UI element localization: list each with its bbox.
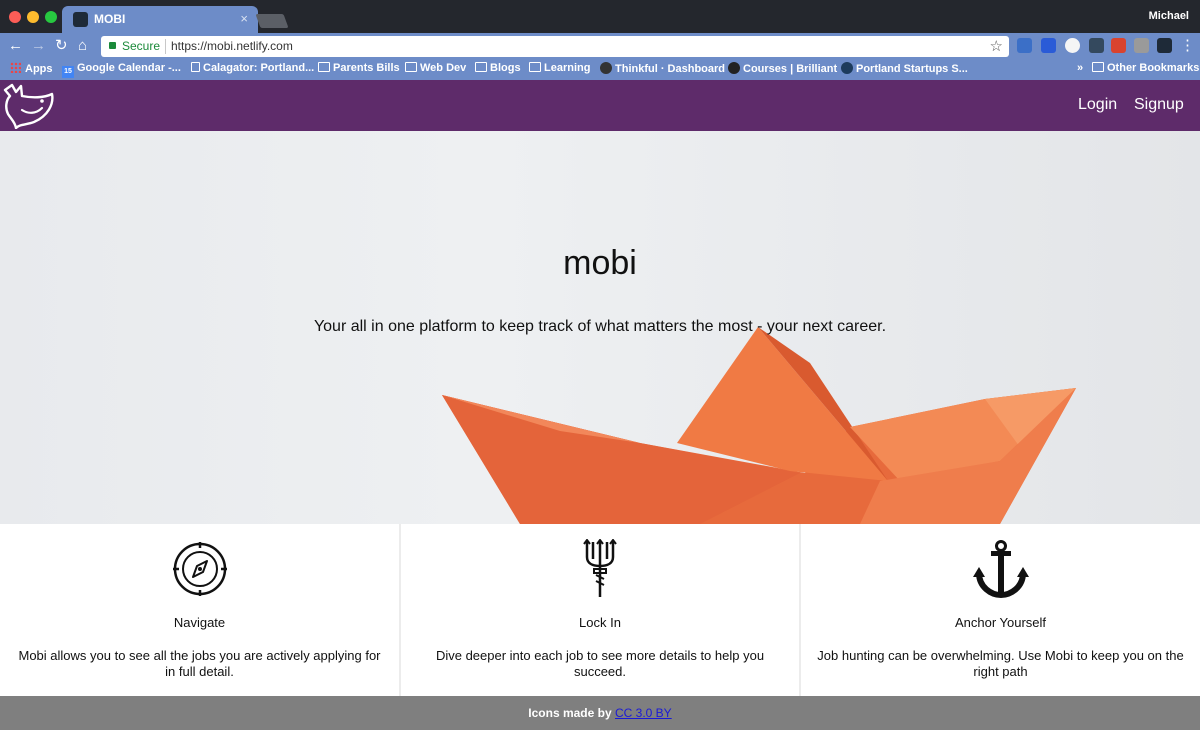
extension-3-icon[interactable] bbox=[1065, 38, 1080, 53]
apps-icon bbox=[10, 62, 21, 73]
close-window-button[interactable] bbox=[9, 11, 21, 23]
features-section: Navigate Mobi allows you to see all the … bbox=[0, 524, 1200, 696]
bookmark-star-icon[interactable]: ☆ bbox=[990, 37, 1003, 55]
page-bottom-space bbox=[0, 730, 1200, 750]
other-bookmarks[interactable]: Other Bookmarks bbox=[1092, 62, 1199, 74]
startups-icon bbox=[841, 62, 853, 74]
tab-title: MOBI bbox=[94, 12, 126, 26]
reload-icon[interactable]: ↻ bbox=[55, 36, 68, 56]
browser-titlebar: MOBI × Michael bbox=[0, 0, 1200, 33]
bookmark-calagator[interactable]: Calagator: Portland... bbox=[191, 62, 314, 74]
feature-text: Dive deeper into each job to see more de… bbox=[435, 648, 765, 679]
bookmark-brilliant[interactable]: Courses | Brilliant bbox=[728, 62, 837, 75]
extension-4-icon[interactable] bbox=[1089, 38, 1104, 53]
license-link[interactable]: CC 3.0 BY bbox=[615, 706, 672, 720]
react-favicon-icon bbox=[73, 12, 88, 27]
address-bar[interactable]: Secure https://mobi.netlify.com ☆ bbox=[101, 36, 1009, 57]
extension-6-icon[interactable] bbox=[1134, 38, 1149, 53]
bookmark-blogs[interactable]: Blogs bbox=[475, 62, 521, 74]
compass-icon bbox=[172, 542, 227, 596]
feature-title: Navigate bbox=[173, 615, 226, 630]
feature-card-lock-in: Lock In Dive deeper into each job to see… bbox=[401, 524, 799, 696]
secure-label: Secure bbox=[122, 39, 161, 53]
feature-card-anchor-yourself: Anchor Yourself Job hunting can be overw… bbox=[801, 524, 1200, 696]
brilliant-icon bbox=[728, 62, 740, 74]
maximize-window-button[interactable] bbox=[45, 11, 57, 23]
home-icon[interactable]: ⌂ bbox=[78, 36, 87, 56]
extension-7-icon[interactable] bbox=[1157, 38, 1172, 53]
page-icon bbox=[191, 62, 200, 72]
footer-text: Icons made by bbox=[528, 706, 612, 720]
browser-toolbar: ← → ↻ ⌂ Secure https://mobi.netlify.com … bbox=[0, 33, 1200, 60]
folder-icon bbox=[318, 62, 330, 72]
signup-link[interactable]: Signup bbox=[1134, 96, 1184, 114]
site-header: Login Signup bbox=[0, 80, 1200, 131]
feature-text: Job hunting can be overwhelming. Use Mob… bbox=[817, 648, 1184, 679]
bookmark-web-dev[interactable]: Web Dev bbox=[405, 62, 466, 74]
lock-icon bbox=[109, 42, 116, 49]
bookmark-parents-bills[interactable]: Parents Bills bbox=[318, 62, 400, 74]
bookmark-portland-startups[interactable]: Portland Startups S... bbox=[841, 62, 968, 75]
new-tab-button[interactable] bbox=[255, 14, 289, 28]
tab-close-icon[interactable]: × bbox=[240, 11, 248, 26]
footer-credit: Icons made by CC 3.0 BY bbox=[528, 706, 671, 720]
thinkful-icon bbox=[600, 62, 612, 74]
bookmark-google-calendar[interactable]: 15 Google Calendar -... bbox=[62, 62, 181, 78]
bookmark-thinkful[interactable]: Thinkful · Dashboard bbox=[600, 62, 725, 75]
folder-icon bbox=[529, 62, 541, 72]
extension-2-icon[interactable] bbox=[1041, 38, 1056, 53]
feature-title: Anchor Yourself bbox=[954, 615, 1047, 630]
login-link[interactable]: Login bbox=[1078, 96, 1117, 114]
feature-text: Mobi allows you to see all the jobs you … bbox=[18, 648, 381, 679]
hero-section: mobi Your all in one platform to keep tr… bbox=[0, 131, 1200, 524]
extension-5-icon[interactable] bbox=[1111, 38, 1126, 53]
forward-arrow-icon[interactable]: → bbox=[31, 36, 46, 56]
folder-icon bbox=[405, 62, 417, 72]
url-text[interactable]: https://mobi.netlify.com bbox=[171, 39, 293, 53]
bookmarks-bar: Apps 15 Google Calendar -... Calagator: P… bbox=[0, 60, 1200, 80]
extension-1-icon[interactable] bbox=[1017, 38, 1032, 53]
back-arrow-icon[interactable]: ← bbox=[8, 36, 23, 56]
hero-title: mobi bbox=[563, 244, 637, 282]
anchor-icon bbox=[972, 540, 1029, 599]
feature-card-navigate: Navigate Mobi allows you to see all the … bbox=[0, 524, 399, 696]
menu-dots-icon[interactable]: ⋮ bbox=[1180, 36, 1195, 56]
address-divider bbox=[165, 39, 166, 54]
feature-title: Lock In bbox=[579, 615, 621, 630]
hero-subtitle: Your all in one platform to keep track o… bbox=[313, 318, 887, 335]
bookmarks-overflow-button[interactable]: » bbox=[1077, 62, 1083, 74]
site-footer: Icons made by CC 3.0 BY bbox=[0, 696, 1200, 730]
browser-tab-active[interactable]: MOBI × bbox=[62, 6, 258, 33]
folder-icon bbox=[1092, 62, 1104, 72]
minimize-window-button[interactable] bbox=[27, 11, 39, 23]
bookmark-learning[interactable]: Learning bbox=[529, 62, 590, 74]
trident-icon bbox=[583, 539, 617, 597]
calendar-icon: 15 bbox=[62, 66, 74, 78]
bookmark-apps[interactable]: Apps bbox=[10, 62, 53, 75]
profile-name[interactable]: Michael bbox=[1149, 10, 1189, 22]
folder-icon bbox=[475, 62, 487, 72]
whale-logo-icon[interactable] bbox=[2, 82, 56, 129]
